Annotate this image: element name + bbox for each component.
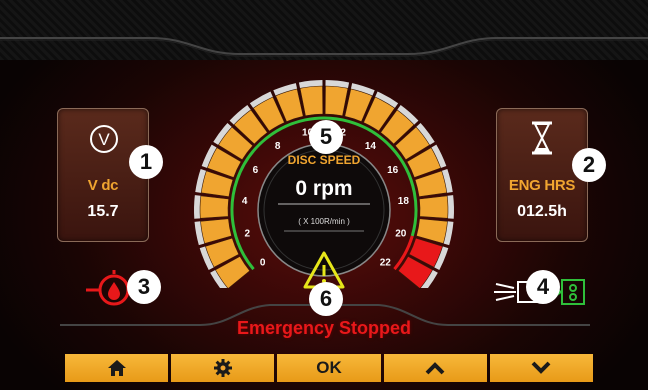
home-icon xyxy=(107,360,126,376)
callout-badge-5: 5 xyxy=(309,120,343,154)
hourglass-icon xyxy=(532,121,552,155)
voltage-label: V dc xyxy=(87,177,119,194)
callout-badge-4: 4 xyxy=(526,270,560,304)
settings-button[interactable] xyxy=(171,354,275,382)
gauge-tick-label: 2 xyxy=(244,229,250,240)
engine-hours-label: ENG HRS xyxy=(508,177,576,194)
callout-badge-3: 3 xyxy=(127,270,161,304)
gauge-tick-label: 16 xyxy=(387,165,399,176)
engine-hours-value: 012.5h xyxy=(517,203,567,220)
top-frame xyxy=(0,37,648,57)
gauge-tick-label: 18 xyxy=(398,196,410,207)
gauge-segment xyxy=(199,195,229,219)
callout-badge-6: 6 xyxy=(309,282,343,316)
engine-hours-panel[interactable]: ENG HRS 012.5h xyxy=(496,108,588,242)
svg-text:V: V xyxy=(98,130,110,149)
down-button[interactable] xyxy=(489,354,594,382)
bottom-toolbar: OK xyxy=(65,354,594,382)
gauge-tick-label: 14 xyxy=(365,141,377,152)
callout-badge-2: 2 xyxy=(572,148,606,182)
gauge-tick-label: 0 xyxy=(260,257,266,268)
gauge-segment xyxy=(324,85,349,117)
status-message: Emergency Stopped xyxy=(236,318,412,338)
gauge-segment xyxy=(299,85,324,117)
up-button[interactable] xyxy=(383,354,487,382)
gauge-tick-label: 20 xyxy=(395,229,407,240)
gear-icon xyxy=(213,359,232,377)
gauge-tick-label: 22 xyxy=(380,257,392,268)
gauge-tick-label: 6 xyxy=(253,165,259,176)
hmi-screen: V V dc 15.7 1 ENG HRS 012.5h 2 024681012… xyxy=(0,0,648,390)
callout-badge-1: 1 xyxy=(129,145,163,179)
voltage-icon: V xyxy=(90,125,118,153)
home-button[interactable] xyxy=(65,354,169,382)
gauge-unit-note: ( X 100R/min ) xyxy=(298,217,350,226)
voltage-value: 15.7 xyxy=(87,203,119,220)
gauge-label: DISC SPEED xyxy=(288,153,361,167)
gauge-tick-label: 4 xyxy=(242,196,248,207)
gauge-value: 0 rpm xyxy=(295,177,352,200)
chevron-up-icon xyxy=(425,362,445,375)
gauge-tick-label: 8 xyxy=(275,141,281,152)
chevron-down-icon xyxy=(531,361,551,374)
gauge-segment xyxy=(419,195,449,219)
ok-button[interactable]: OK xyxy=(277,354,381,382)
